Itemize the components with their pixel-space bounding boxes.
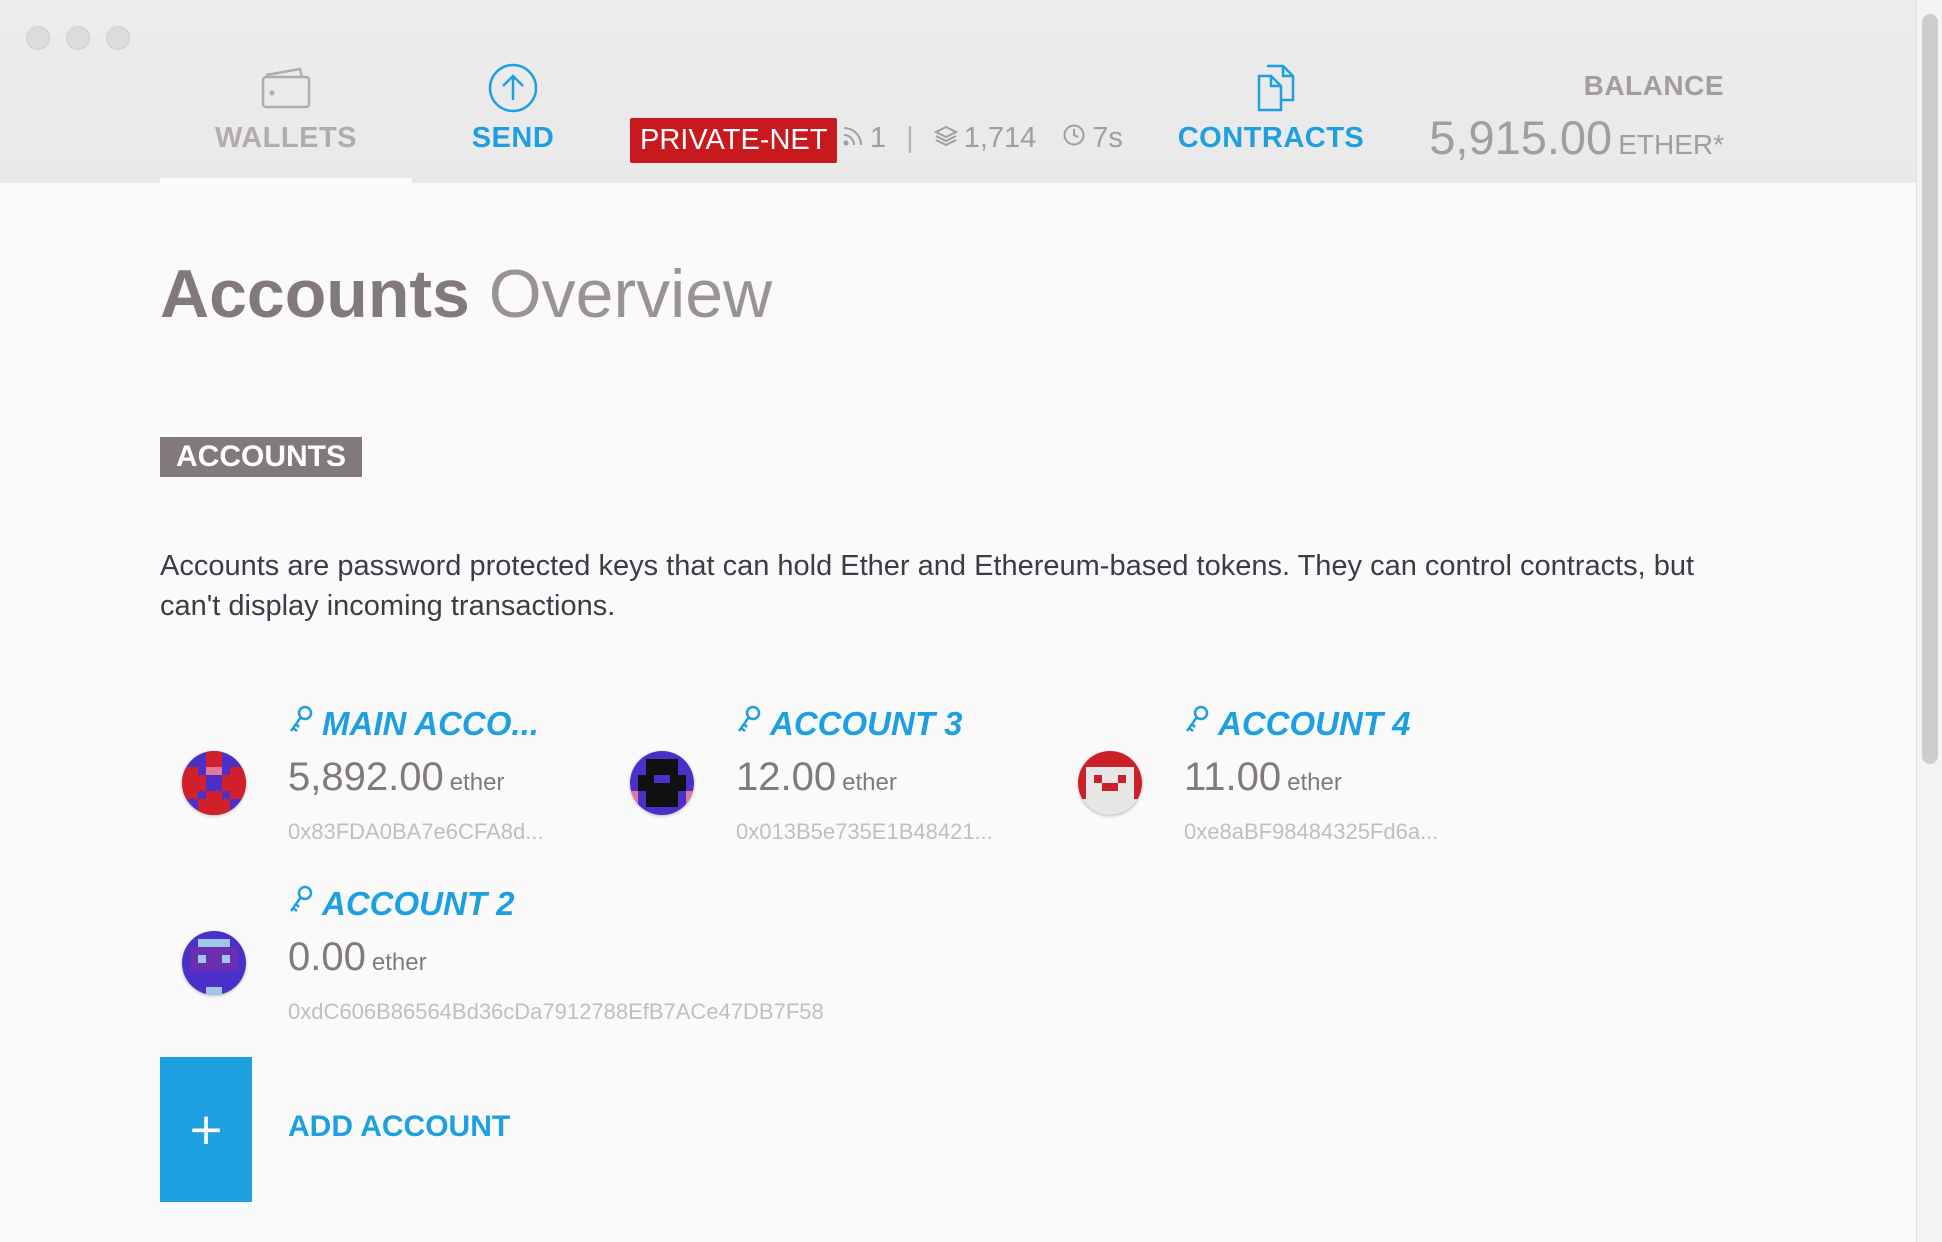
accounts-section-heading: ACCOUNTS <box>160 437 362 477</box>
account-card[interactable]: ACCOUNT 2 0.00 ether 0xdC606B86564Bd36cDa… <box>160 885 860 1025</box>
active-tab-indicator <box>160 178 412 183</box>
key-icon <box>288 705 314 743</box>
peers-icon <box>842 122 864 155</box>
account-balance-unit: ether <box>1287 769 1342 796</box>
balance-unit: ETHER* <box>1618 129 1724 160</box>
app-window: WALLETS SEND PRIVATE-NET 1 | 1,714 7s CO… <box>0 0 1942 1242</box>
nav-contracts[interactable]: CONTRACTS <box>1176 60 1366 155</box>
key-icon <box>288 885 314 923</box>
page-title-light: Overview <box>488 256 773 332</box>
nav-contracts-label: CONTRACTS <box>1177 122 1365 154</box>
key-icon <box>736 705 762 743</box>
account-identicon <box>1078 751 1142 815</box>
account-name-text: MAIN ACCO... <box>322 705 539 742</box>
account-balance-unit: ether <box>449 769 505 796</box>
account-balance-value: 12.00 <box>736 755 837 799</box>
account-card[interactable]: ACCOUNT 4 11.00 ether 0xe8aBF98484325Fd6a… <box>1056 705 1476 845</box>
account-name[interactable]: MAIN ACCO... <box>288 705 539 743</box>
account-name[interactable]: ACCOUNT 3 <box>736 705 963 743</box>
clock-icon <box>1062 122 1086 155</box>
account-card[interactable]: ACCOUNT 3 12.00 ether 0x013B5e735E1B48421… <box>608 705 1028 845</box>
account-name[interactable]: ACCOUNT 4 <box>1184 705 1411 743</box>
account-identicon <box>182 931 246 995</box>
account-balance-value: 5,892.00 <box>288 755 444 799</box>
page-title-bold: Accounts <box>160 256 470 332</box>
page-title: Accounts Overview <box>160 255 772 333</box>
nav-wallets-label: WALLETS <box>214 122 358 154</box>
account-address: 0x013B5e735E1B48421... <box>736 819 993 844</box>
network-stats: 1 | 1,714 7s <box>842 122 1123 155</box>
nav-send[interactable]: SEND <box>450 60 576 155</box>
peer-count: 1 <box>870 122 887 154</box>
add-account-link[interactable]: ADD ACCOUNT <box>288 1110 510 1144</box>
account-identicon <box>630 751 694 815</box>
key-icon <box>1184 705 1210 743</box>
network-badge: PRIVATE-NET <box>630 118 838 163</box>
account-balance: 0.00 ether <box>288 935 427 980</box>
account-balance-unit: ether <box>842 769 897 796</box>
account-balance-unit: ether <box>371 949 427 976</box>
account-balance-value: 11.00 <box>1184 755 1282 799</box>
send-arrow-icon <box>450 60 576 116</box>
wallet-icon <box>200 60 372 116</box>
account-identicon <box>182 751 246 815</box>
vertical-scrollbar[interactable] <box>1916 0 1942 1242</box>
layers-icon <box>933 122 958 155</box>
accounts-description: Accounts are password protected keys tha… <box>160 550 1695 622</box>
account-address: 0xe8aBF98484325Fd6a... <box>1184 819 1439 844</box>
maximize-window-button[interactable] <box>106 26 130 50</box>
total-balance: BALANCE 5,915.00 ETHER* <box>1429 70 1724 165</box>
account-balance-value: 0.00 <box>288 935 366 979</box>
window-controls <box>26 26 130 50</box>
nav-send-label: SEND <box>471 122 555 154</box>
account-balance: 12.00 ether <box>736 755 897 800</box>
minimize-window-button[interactable] <box>66 26 90 50</box>
account-balance: 5,892.00 ether <box>288 755 504 800</box>
block-number: 1,714 <box>963 122 1037 154</box>
balance-title: BALANCE <box>1583 70 1724 101</box>
account-balance: 11.00 ether <box>1184 755 1342 800</box>
account-address: 0x83FDA0BA7e6CFA8d... <box>288 819 544 844</box>
stats-divider: | <box>906 122 914 154</box>
close-window-button[interactable] <box>26 26 50 50</box>
account-name-text: ACCOUNT 2 <box>322 885 515 922</box>
contracts-icon <box>1176 60 1366 116</box>
account-name[interactable]: ACCOUNT 2 <box>288 885 515 923</box>
block-time: 7s <box>1092 122 1123 154</box>
account-name-text: ACCOUNT 3 <box>770 705 963 742</box>
account-address: 0xdC606B86564Bd36cDa7912788EfB7ACe47DB7F… <box>288 999 824 1024</box>
account-name-text: ACCOUNT 4 <box>1218 705 1411 742</box>
scrollbar-thumb[interactable] <box>1922 14 1938 764</box>
balance-value: 5,915.00 <box>1429 111 1613 164</box>
account-card[interactable]: MAIN ACCO... 5,892.00 ether 0x83FDA0BA7e6… <box>160 705 580 845</box>
top-navigation-bar: WALLETS SEND PRIVATE-NET 1 | 1,714 7s CO… <box>0 0 1916 183</box>
nav-wallets[interactable]: WALLETS <box>200 60 372 155</box>
add-account-button[interactable]: + <box>160 1057 252 1202</box>
